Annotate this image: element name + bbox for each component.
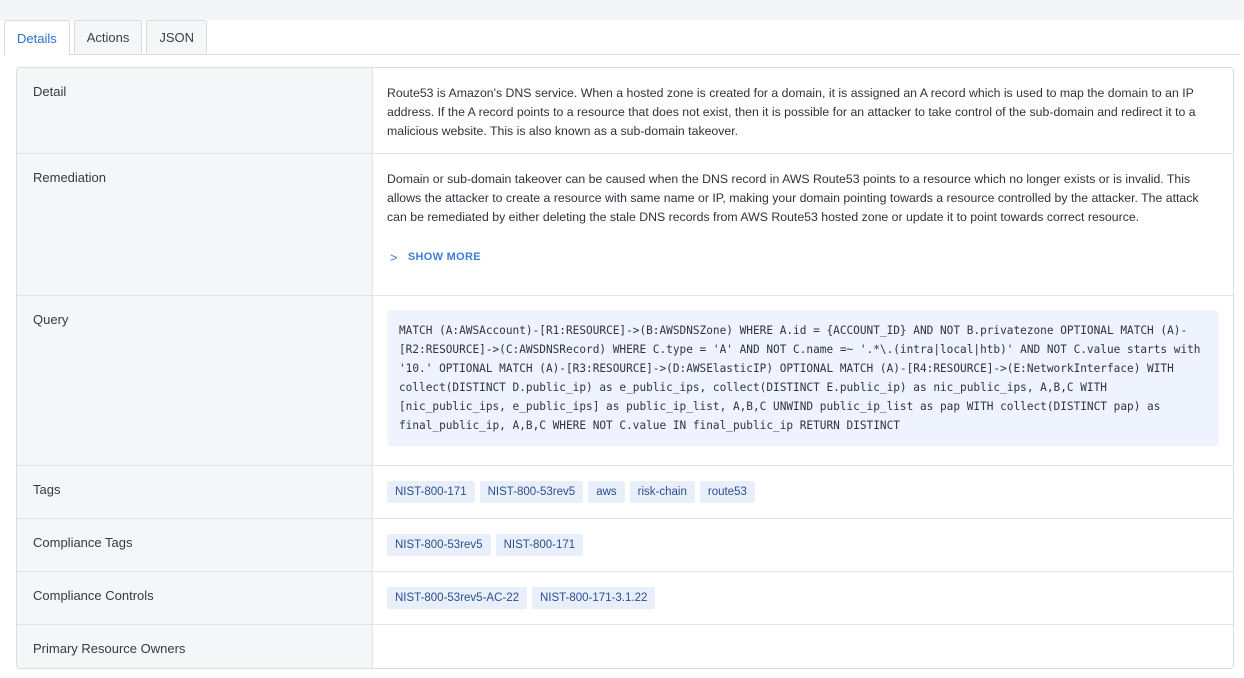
compliance-tag-chip: NIST-800-53rev5 (387, 534, 491, 556)
tab-details[interactable]: Details (4, 20, 70, 55)
compliance-tags-value: NIST-800-53rev5 NIST-800-171 (373, 519, 1233, 571)
primary-resource-owners-row: Primary Resource Owners (17, 625, 1233, 668)
chevron-right-icon: > (390, 250, 398, 265)
primary-resource-owners-label: Primary Resource Owners (17, 625, 373, 668)
primary-resource-owners-value (373, 625, 1233, 668)
tags-row: Tags NIST-800-171 NIST-800-53rev5 aws ri… (17, 466, 1233, 519)
tab-divider (4, 54, 1240, 55)
compliance-tag-chip: NIST-800-171 (495, 534, 584, 556)
detail-row: Detail Route53 is Amazon's DNS service. … (17, 68, 1233, 154)
tag-chip: NIST-800-171 (387, 481, 475, 503)
compliance-controls-list: NIST-800-53rev5-AC-22 NIST-800-171-3.1.2… (387, 587, 1219, 609)
show-more-label: SHOW MORE (407, 251, 481, 263)
query-label: Query (17, 296, 373, 465)
tab-actions[interactable]: Actions (73, 20, 143, 54)
detail-label: Detail (17, 68, 373, 153)
compliance-control-chip: NIST-800-53rev5-AC-22 (387, 587, 527, 609)
remediation-label: Remediation (17, 154, 373, 295)
details-panel: Detail Route53 is Amazon's DNS service. … (16, 67, 1234, 669)
tab-json[interactable]: JSON (146, 20, 208, 54)
query-code-block: MATCH (A:AWSAccount)-[R1:RESOURCE]->(B:A… (387, 310, 1219, 446)
detail-text: Route53 is Amazon's DNS service. When a … (387, 86, 1196, 138)
tag-chip: risk-chain (629, 481, 695, 503)
compliance-control-chip: NIST-800-171-3.1.22 (532, 587, 656, 609)
detail-value: Route53 is Amazon's DNS service. When a … (373, 68, 1233, 153)
compliance-tags-list: NIST-800-53rev5 NIST-800-171 (387, 534, 1219, 556)
remediation-row: Remediation Domain or sub-domain takeove… (17, 154, 1233, 296)
tab-bar: Details Actions JSON (4, 20, 211, 55)
show-more-button[interactable]: > SHOW MORE (387, 248, 1219, 267)
tags-value: NIST-800-171 NIST-800-53rev5 aws risk-ch… (373, 466, 1233, 518)
query-value: MATCH (A:AWSAccount)-[R1:RESOURCE]->(B:A… (373, 296, 1233, 465)
tag-chip: NIST-800-53rev5 (479, 481, 584, 503)
compliance-controls-label: Compliance Controls (17, 572, 373, 624)
tags-list: NIST-800-171 NIST-800-53rev5 aws risk-ch… (387, 481, 1219, 503)
compliance-controls-row: Compliance Controls NIST-800-53rev5-AC-2… (17, 572, 1233, 625)
remediation-value: Domain or sub-domain takeover can be cau… (373, 154, 1233, 295)
query-row: Query MATCH (A:AWSAccount)-[R1:RESOURCE]… (17, 296, 1233, 466)
remediation-text: Domain or sub-domain takeover can be cau… (387, 172, 1199, 224)
compliance-controls-value: NIST-800-53rev5-AC-22 NIST-800-171-3.1.2… (373, 572, 1233, 624)
tags-label: Tags (17, 466, 373, 518)
compliance-tags-row: Compliance Tags NIST-800-53rev5 NIST-800… (17, 519, 1233, 572)
top-bar (0, 0, 1244, 20)
tag-chip: route53 (699, 481, 755, 503)
tag-chip: aws (588, 481, 625, 503)
compliance-tags-label: Compliance Tags (17, 519, 373, 571)
